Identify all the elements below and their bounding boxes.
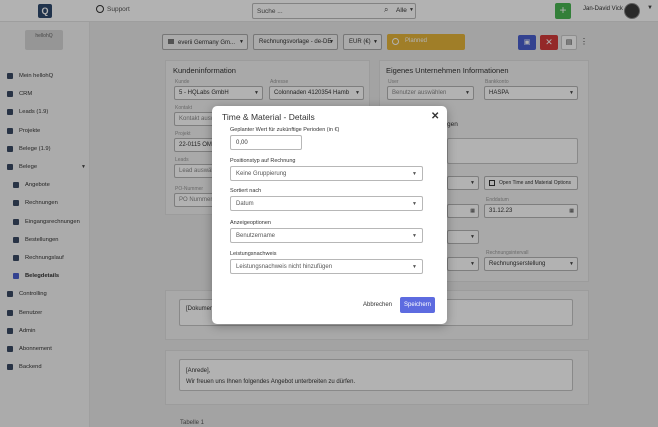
save-button[interactable]: Speichern: [400, 297, 435, 313]
proof-select[interactable]: Leistungsnachweis nicht hinzufügen ▼: [230, 259, 423, 274]
chevron-down-icon: ▼: [412, 264, 417, 270]
sort-select[interactable]: Datum ▼: [230, 196, 423, 211]
position-type-label: Positionstyp auf Rechnung: [230, 158, 296, 164]
display-options-label: Anzeigeoptionen: [230, 220, 271, 226]
chevron-down-icon: ▼: [412, 171, 417, 177]
dialog-title: Time & Material - Details: [222, 112, 315, 122]
proof-value: Leistungsnachweis nicht hinzufügen: [236, 264, 333, 270]
position-type-select[interactable]: Keine Gruppierung ▼: [230, 166, 423, 181]
proof-label: Leistungsnachweis: [230, 251, 277, 257]
planned-value-input[interactable]: 0,00: [230, 135, 302, 150]
time-material-dialog: Time & Material - Details ✕ Geplanter We…: [212, 106, 447, 324]
display-options-value: Benutzername: [236, 233, 276, 239]
close-icon[interactable]: ✕: [431, 111, 439, 122]
position-type-value: Keine Gruppierung: [236, 171, 287, 177]
cancel-button[interactable]: Abbrechen: [363, 302, 392, 308]
display-options-select[interactable]: Benutzername ▼: [230, 228, 423, 243]
chevron-down-icon: ▼: [412, 233, 417, 239]
sort-value: Datum: [236, 201, 254, 207]
planned-value-label: Geplanter Wert für zukünftige Perioden (…: [230, 127, 340, 133]
chevron-down-icon: ▼: [412, 201, 417, 207]
sort-label: Sortiert nach: [230, 188, 262, 194]
